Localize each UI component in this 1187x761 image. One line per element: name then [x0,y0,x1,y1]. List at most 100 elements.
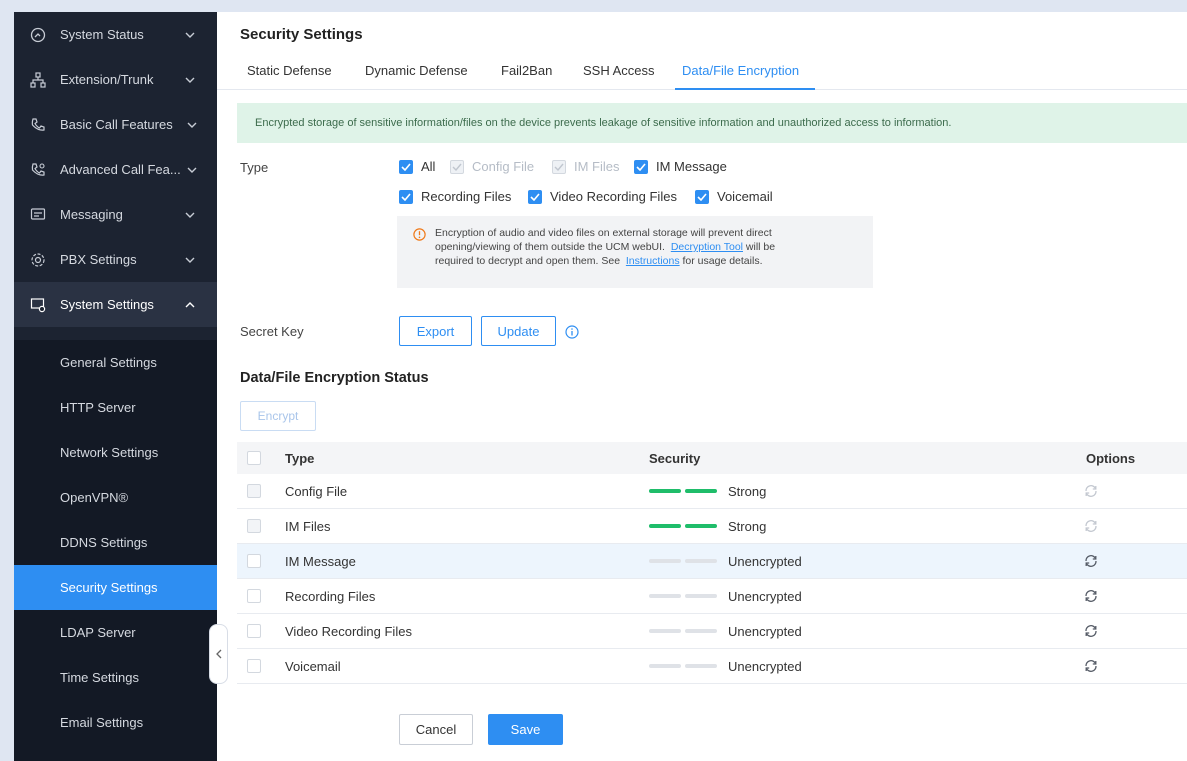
type-option-label: All [421,159,436,174]
tab-data-file-encryption[interactable]: Data/File Encryption [682,63,799,78]
type-checkbox-all[interactable]: All [399,159,435,174]
checkbox-checked-icon [528,189,542,204]
checkbox-checked-icon [399,159,413,174]
sidebar-subitem-ha[interactable]: HA [14,745,217,761]
cancel-button[interactable]: Cancel [399,714,473,745]
sidebar-subitem-openvpn[interactable]: OpenVPN® [14,475,217,520]
column-header-security: Security [649,451,701,466]
tab-dynamic-defense[interactable]: Dynamic Defense [365,63,468,78]
select-all-checkbox[interactable] [247,451,261,465]
info-banner: Encrypted storage of sensitive informati… [237,103,1187,143]
table-row[interactable]: Voicemail Unencrypted [237,649,1187,684]
type-checkbox-voicemail[interactable]: Voicemail [695,189,773,204]
type-option-label: IM Files [574,159,620,174]
update-button[interactable]: Update [481,316,556,346]
sidebar-item-pbx-settings[interactable]: PBX Settings [14,237,217,282]
tab-ssh-access[interactable]: SSH Access [583,63,655,78]
table-row: IM Files Strong [237,509,1187,544]
sidebar-subitem-ldap-server[interactable]: LDAP Server [14,610,217,655]
tab-static-defense[interactable]: Static Defense [247,63,332,78]
sidebar-subitem-security-settings[interactable]: Security Settings [14,565,217,610]
chevron-down-icon [187,167,197,173]
sidebar-collapse-handle[interactable] [209,624,228,684]
sidebar-item-messaging[interactable]: Messaging [14,192,217,237]
row-security: Strong [728,519,767,534]
encrypt-refresh-icon[interactable] [1083,623,1099,639]
sidebar-item-label: System Settings [60,297,154,312]
security-bar-segment [649,664,681,668]
sidebar-item-basic-call-features[interactable]: Basic Call Features [14,102,217,147]
security-bar-segment [649,559,681,563]
message-icon [30,207,46,220]
security-bar-segment [685,664,717,668]
tab-fail2ban[interactable]: Fail2Ban [501,63,552,78]
encrypt-refresh-icon[interactable] [1083,588,1099,604]
encryption-status-title: Data/File Encryption Status [240,370,429,386]
table-row[interactable]: Video Recording Files Unencrypted [237,614,1187,649]
chevron-down-icon [187,122,197,128]
type-option-label: Video Recording Files [550,189,677,204]
encrypt-refresh-icon[interactable] [1083,553,1099,569]
type-checkbox-video-recording-files[interactable]: Video Recording Files [528,189,677,204]
sidebar-subitem-http-server[interactable]: HTTP Server [14,385,217,430]
table-row: Config File Strong [237,474,1187,509]
warning-icon [413,228,426,241]
security-bar-segment [685,629,717,633]
security-bar-segment [685,594,717,598]
sidebar-item-extension-trunk[interactable]: Extension/Trunk [14,57,217,102]
save-button[interactable]: Save [488,714,563,745]
row-checkbox[interactable] [247,589,261,603]
security-bar-segment [685,489,717,493]
sidebar-item-label: Messaging [60,207,123,222]
sidebar-item-label: PBX Settings [60,252,137,267]
row-checkbox [247,484,261,498]
type-checkbox-config-file: Config File [450,159,534,174]
row-checkbox[interactable] [247,659,261,673]
sidebar-subitem-ddns-settings[interactable]: DDNS Settings [14,520,217,565]
system-settings-icon [30,297,46,312]
sidebar-subitem-email-settings[interactable]: Email Settings [14,700,217,745]
sidebar-item-label: Advanced Call Fea... [60,162,181,177]
instructions-link[interactable]: Instructions [626,255,680,267]
type-checkbox-im-message[interactable]: IM Message [634,159,727,174]
row-checkbox[interactable] [247,624,261,638]
checkbox-checked-icon [634,159,648,174]
sidebar: System Status Extension/Trunk Basic Call… [14,12,217,761]
sidebar-subitem-network-settings[interactable]: Network Settings [14,430,217,475]
warning-line-3: required to decrypt and open them. See I… [435,255,763,267]
chevron-down-icon [185,32,195,38]
sidebar-subitem-time-settings[interactable]: Time Settings [14,655,217,700]
chevron-down-icon [185,212,195,218]
sidebar-item-system-status[interactable]: System Status [14,12,217,57]
type-checkbox-recording-files[interactable]: Recording Files [399,189,511,204]
row-security: Unencrypted [728,589,802,604]
system-settings-submenu: General Settings HTTP Server Network Set… [14,340,217,761]
export-button[interactable]: Export [399,316,472,346]
row-type: Config File [285,484,348,499]
checkbox-checked-icon [695,189,709,204]
chevron-left-icon [215,649,221,659]
row-security: Unencrypted [728,624,802,639]
dashboard-icon [30,27,46,42]
sidebar-subitem-general-settings[interactable]: General Settings [14,340,217,385]
secret-key-label: Secret Key [240,324,304,339]
sidebar-item-system-settings[interactable]: System Settings [14,282,217,327]
row-type: Recording Files [285,589,376,604]
tab-bar: Static Defense Dynamic Defense Fail2Ban … [217,57,1187,90]
row-type: Voicemail [285,659,341,674]
gear-icon [31,252,45,267]
decryption-tool-link[interactable]: Decryption Tool [671,241,743,253]
encryption-warning: Encryption of audio and video files on e… [397,216,873,288]
table-row[interactable]: IM Message Unencrypted [237,544,1187,579]
encrypt-refresh-icon[interactable] [1083,658,1099,674]
table-row[interactable]: Recording Files Unencrypted [237,579,1187,614]
chevron-down-icon [185,257,195,263]
chevron-up-icon [185,301,195,307]
type-label: Type [240,160,269,175]
table-header: Type Security Options [237,442,1187,474]
row-checkbox[interactable] [247,554,261,568]
phone-call-icon [31,117,45,131]
row-security: Strong [728,484,767,499]
info-icon[interactable] [565,325,579,339]
sidebar-item-advanced-call-features[interactable]: Advanced Call Fea... [14,147,217,192]
